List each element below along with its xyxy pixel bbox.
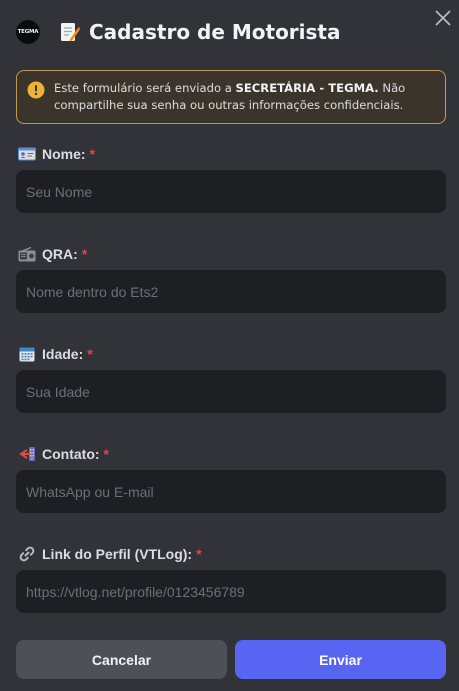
modal-dialog: TEGMA Cadastro de Motorista Este formulá… — [0, 0, 459, 691]
field-label: Idade: * — [16, 344, 446, 364]
close-button[interactable] — [434, 9, 452, 27]
nome-input[interactable] — [16, 170, 446, 213]
modal-header: TEGMA Cadastro de Motorista — [16, 14, 443, 50]
calendar-icon — [18, 346, 36, 362]
required-marker: * — [87, 346, 93, 362]
id-card-icon — [18, 146, 36, 162]
server-logo-text: TEGMA — [17, 29, 39, 35]
field-contato: Contato: * — [16, 444, 446, 513]
idade-input[interactable] — [16, 370, 446, 413]
field-label-text: Nome: — [42, 146, 86, 162]
submit-button[interactable]: Enviar — [235, 640, 446, 679]
link-perfil-input[interactable] — [16, 570, 446, 613]
required-marker: * — [81, 246, 88, 262]
link-icon — [18, 546, 36, 562]
modal-title: Cadastro de Motorista — [89, 20, 341, 44]
contato-input[interactable] — [16, 470, 446, 513]
required-marker: * — [89, 146, 96, 162]
field-label-text: QRA: — [42, 246, 78, 262]
field-label: Link do Perfil (VTLog): * — [16, 544, 446, 564]
contact-icon — [18, 446, 36, 462]
notice-text: Este formulário será enviado a SECRETÁRI… — [54, 80, 435, 114]
radio-icon — [18, 246, 36, 262]
required-marker: * — [103, 446, 109, 462]
close-icon — [435, 10, 451, 26]
field-link-perfil: Link do Perfil (VTLog): * — [16, 544, 446, 613]
field-label: QRA: * — [16, 244, 446, 264]
qra-input[interactable] — [16, 270, 446, 313]
warning-notice: Este formulário será enviado a SECRETÁRI… — [16, 70, 446, 124]
field-label-text: Contato: — [42, 446, 100, 462]
cancel-button[interactable]: Cancelar — [16, 640, 227, 679]
field-label-text: Idade: — [42, 346, 84, 362]
notice-text-before: Este formulário será enviado a — [54, 81, 236, 95]
field-qra: QRA: * — [16, 244, 446, 313]
notice-recipient: SECRETÁRIA - TEGMA. — [235, 81, 379, 95]
field-label: Contato: * — [16, 444, 446, 464]
field-label: Nome: * — [16, 144, 446, 164]
field-idade: Idade: * — [16, 344, 446, 413]
warning-icon — [27, 81, 45, 99]
server-logo: TEGMA — [16, 20, 40, 44]
field-label-text: Link do Perfil (VTLog): — [42, 546, 193, 562]
field-nome: Nome: * — [16, 144, 446, 213]
memo-icon — [58, 21, 80, 43]
required-marker: * — [196, 546, 202, 562]
